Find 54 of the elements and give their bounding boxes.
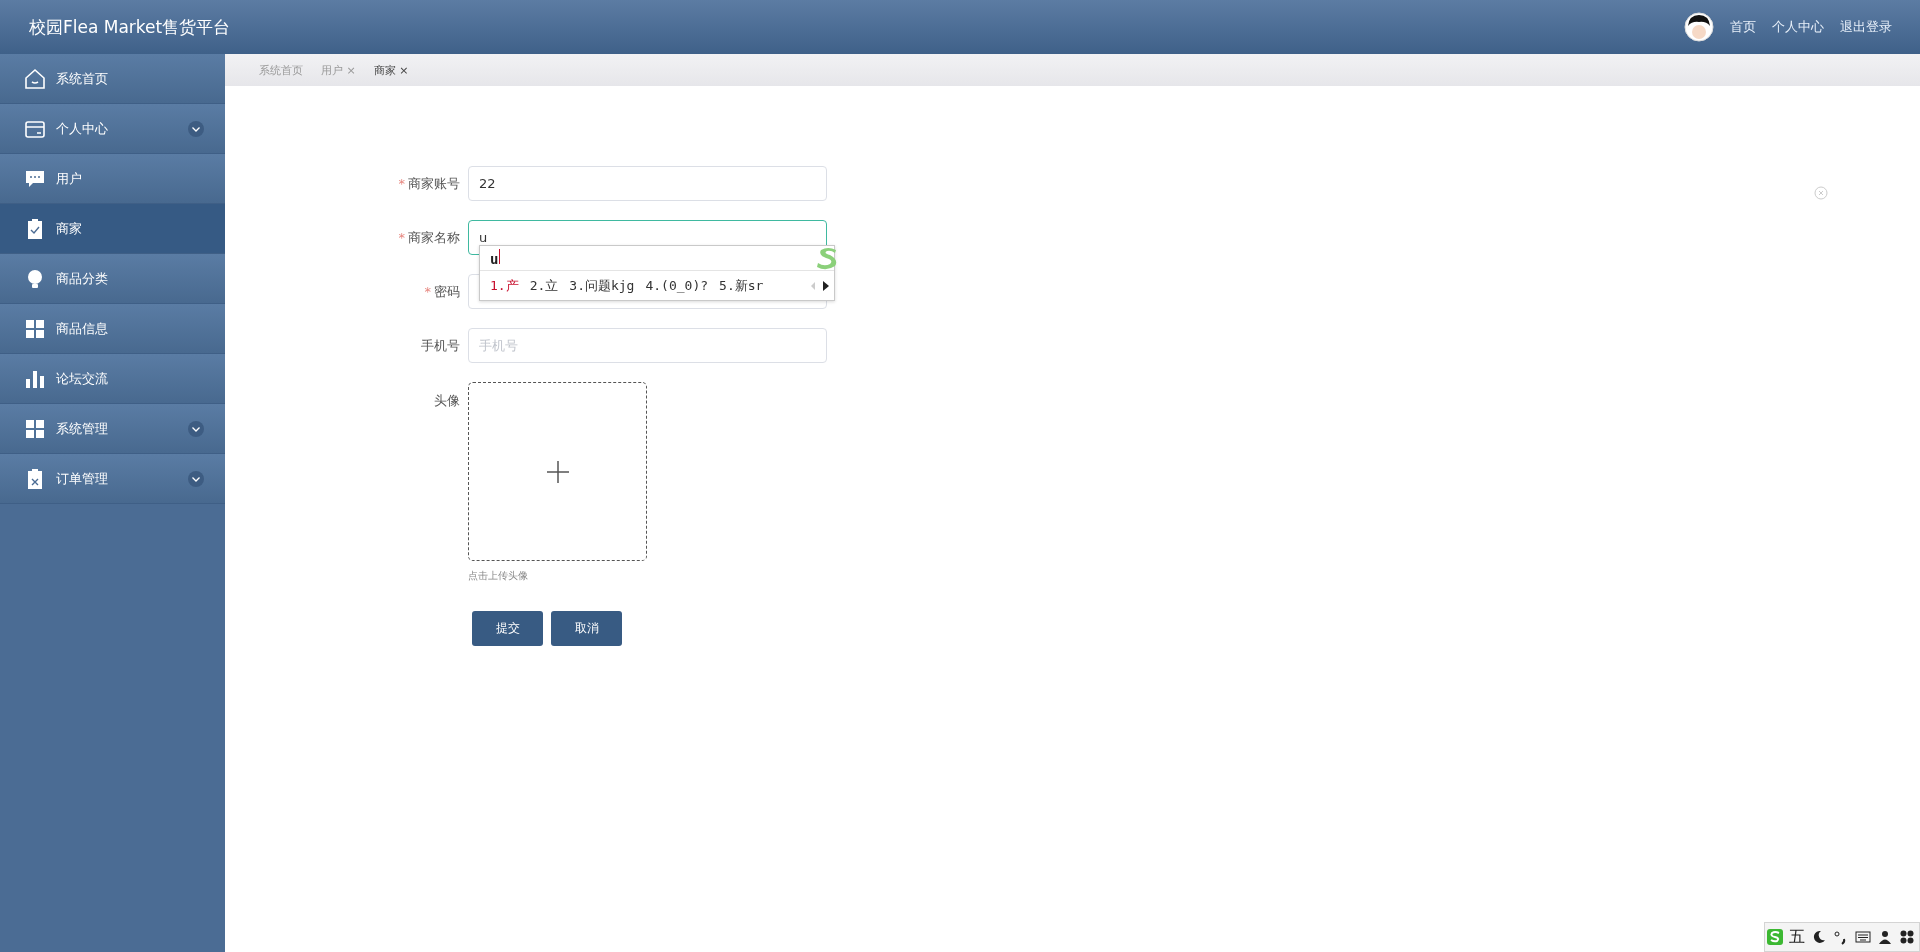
field-label: * 商家名称 — [397, 228, 461, 247]
sidebar-item[interactable]: 个人中心 — [0, 104, 225, 154]
ime-candidate[interactable]: 4.(0_0)? — [645, 278, 709, 293]
chevron-down-icon[interactable] — [187, 469, 205, 488]
ime-candidate[interactable]: 1.产 — [490, 276, 519, 295]
header-link[interactable]: 首页 — [1730, 18, 1756, 36]
ime-candidate[interactable]: 2.立 — [529, 276, 559, 295]
field-label: * 密码 — [423, 282, 461, 301]
sidebar-label: 系统首页 — [56, 69, 109, 88]
header-link[interactable]: 退出登录 — [1840, 18, 1892, 36]
sidebar-label: 商家 — [56, 219, 83, 238]
header-link[interactable]: 个人中心 — [1772, 18, 1824, 36]
sidebar-item[interactable]: 商品分类 — [0, 254, 225, 304]
field-label: 头像 — [433, 392, 461, 410]
upload-hint: 点击上传头像 — [468, 569, 529, 583]
sidebar-label: 个人中心 — [56, 119, 109, 138]
plus-icon — [545, 459, 570, 484]
sidebar-label: 商品分类 — [56, 269, 109, 288]
field-label: 手机号 — [420, 336, 461, 355]
sidebar-item[interactable]: 系统管理 — [0, 404, 225, 454]
ime-candidate[interactable]: 5.新sr — [719, 276, 764, 295]
text-field[interactable]: 手机号 — [468, 328, 827, 363]
app-title: 校园Flea Market售货平台 — [29, 15, 231, 39]
grid-icon — [24, 417, 46, 440]
sidebar-item[interactable]: 订单管理 — [0, 454, 225, 504]
sidebar-item[interactable]: 商品信息 — [0, 304, 225, 354]
page-tab[interactable]: 用户 × — [321, 62, 356, 78]
avatar-icon[interactable] — [1684, 12, 1714, 42]
text-field[interactable]: 22 — [468, 166, 827, 201]
chevron-down-icon[interactable] — [187, 419, 205, 438]
grid-icon — [24, 317, 46, 340]
moon-icon[interactable] — [1811, 929, 1827, 945]
sidebar-label: 用户 — [56, 169, 83, 188]
ime-logo-icon[interactable] — [1767, 929, 1783, 945]
sidebar-item[interactable]: 商家 — [0, 204, 225, 254]
home-icon — [24, 67, 46, 90]
ime-candidate[interactable]: 3.问题kjg — [569, 276, 635, 295]
input-mode-label[interactable]: 五 — [1789, 926, 1805, 948]
page-tab[interactable]: 系统首页 — [259, 62, 303, 78]
sidebar-label: 系统管理 — [56, 419, 109, 438]
sidebar-item[interactable]: 用户 — [0, 154, 225, 204]
cancel-button[interactable]: 取消 — [551, 611, 622, 646]
user-icon[interactable] — [1877, 929, 1893, 945]
page-tab[interactable]: 商家 × — [373, 62, 409, 78]
sidebar-item[interactable]: 论坛交流 — [0, 354, 225, 404]
field-label: * 商家账号 — [397, 174, 461, 193]
keyboard-icon[interactable] — [1855, 929, 1871, 945]
sidebar-item[interactable]: 系统首页 — [0, 54, 225, 104]
sidebar-label: 商品信息 — [56, 319, 109, 338]
sidebar-label: 论坛交流 — [56, 369, 109, 388]
chevron-down-icon[interactable] — [187, 119, 205, 138]
submit-button[interactable]: 提交 — [472, 611, 543, 646]
grid-icon[interactable] — [1899, 929, 1915, 945]
sidebar-label: 订单管理 — [56, 469, 109, 488]
